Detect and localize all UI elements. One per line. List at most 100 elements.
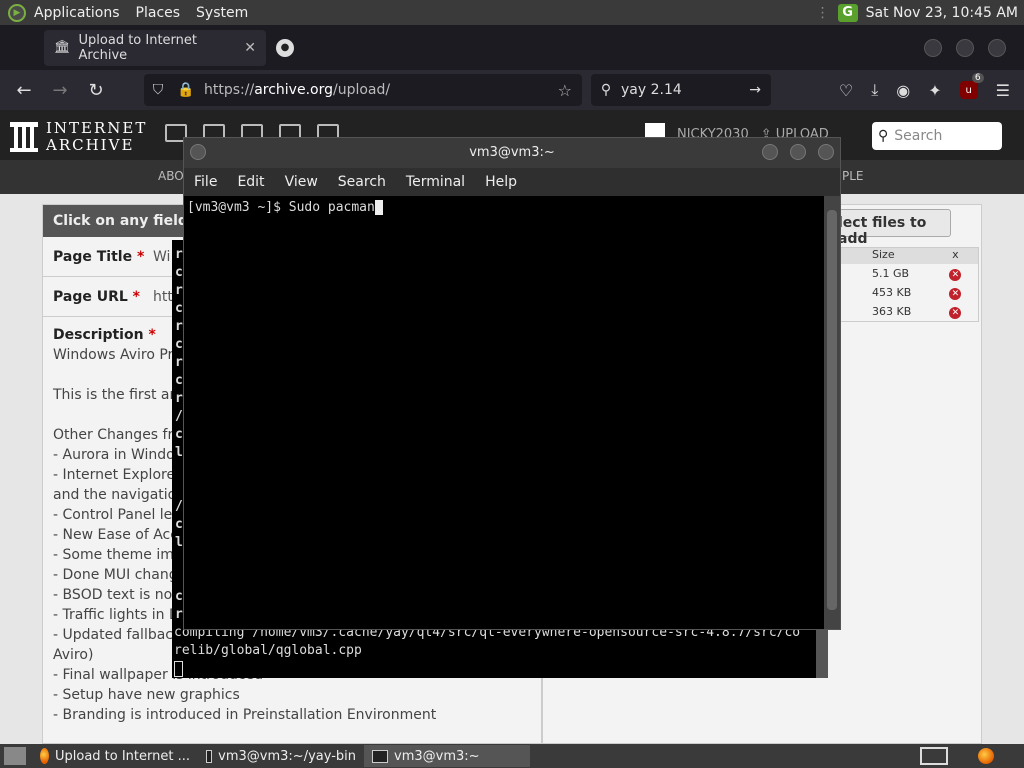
menu-system[interactable]: System <box>188 5 256 21</box>
description-line: - Branding is introduced in Preinstallat… <box>53 707 437 723</box>
terminal-window[interactable]: vm3@vm3:~ File Edit View Search Terminal… <box>183 137 841 630</box>
menu-places[interactable]: Places <box>128 5 189 21</box>
bookmark-star-icon[interactable]: ☆ <box>558 81 572 100</box>
terminal-output-tail: compiling /home/vm3/.cache/yay/qt4/src/q… <box>174 624 800 678</box>
search-bar[interactable]: ⚲ yay 2.14 → <box>591 74 771 106</box>
search-query[interactable]: yay 2.14 <box>621 82 682 98</box>
window-menu-button[interactable] <box>190 144 206 160</box>
terminal-output-char <box>175 480 183 498</box>
terminal-output-char: c <box>175 373 183 388</box>
browser-window-controls <box>924 38 1006 57</box>
page-url-field[interactable]: htt <box>153 289 173 305</box>
remove-file-icon[interactable]: ✕ <box>949 306 962 319</box>
lock-icon[interactable]: 🔒 <box>172 82 200 98</box>
taskbar: Upload to Internet ... vm3@vm3:~/yay-bin… <box>0 744 1024 768</box>
ublock-badge: 6 <box>971 73 984 83</box>
toolbar-icons: ♡ ⤓ ◉ ✦ u6 ☰ <box>839 73 1010 100</box>
terminal-output-char: / <box>175 409 183 424</box>
screen-icon[interactable] <box>920 747 948 765</box>
remove-file-icon[interactable]: ✕ <box>949 287 962 300</box>
ia-logo[interactable]: INTERNET ARCHIVE <box>10 120 147 154</box>
menu-search[interactable]: Search <box>328 174 396 190</box>
ia-search-input[interactable]: ⚲ Search <box>872 122 1002 150</box>
menu-view[interactable]: View <box>275 174 328 190</box>
menu-hamburger-icon[interactable]: ☰ <box>996 81 1010 100</box>
subnav-about[interactable]: ABO <box>158 169 184 183</box>
menu-help[interactable]: Help <box>475 174 527 190</box>
pocket-icon[interactable]: ♡ <box>839 81 853 100</box>
menu-applications[interactable]: Applications <box>26 5 128 21</box>
remove-file-icon[interactable]: ✕ <box>949 268 962 281</box>
menu-edit[interactable]: Edit <box>227 174 274 190</box>
select-files-button[interactable]: lect files to add <box>833 209 951 247</box>
github-icon: ● <box>276 38 294 57</box>
terminal-cursor <box>174 660 183 677</box>
terminal-output-char: r <box>175 319 183 334</box>
downloads-icon[interactable]: ⤓ <box>871 80 878 100</box>
maximize-button[interactable] <box>790 144 806 160</box>
show-desktop-icon[interactable] <box>4 747 26 765</box>
url-text[interactable]: https://archive.org/upload/ <box>204 82 390 98</box>
scrollbar-thumb[interactable] <box>827 210 837 610</box>
scrollbar[interactable] <box>824 196 840 629</box>
browser-tab-bar: 🏛 Upload to Internet Archive ✕ ● <box>0 25 1024 70</box>
terminal-output-char: c <box>175 589 183 604</box>
close-window-button[interactable] <box>988 38 1006 57</box>
url-bar[interactable]: ⛉ 🔒 https://archive.org/upload/ ☆ <box>144 74 582 106</box>
file-size: 5.1 GB <box>872 267 910 280</box>
taskbar-item-terminal[interactable]: vm3@vm3:~ <box>364 745 530 767</box>
taskbar-item-terminal-yay[interactable]: vm3@vm3:~/yay-bin <box>198 745 364 767</box>
remove-column-header: x <box>952 248 959 261</box>
update-manager-icon[interactable]: G <box>837 3 858 22</box>
file-size: 453 KB <box>872 286 912 299</box>
terminal-output-char: l <box>175 445 183 460</box>
terminal-icon <box>206 749 213 763</box>
archive-temple-icon <box>10 122 38 152</box>
tab-upload-internet-archive[interactable]: 🏛 Upload to Internet Archive ✕ <box>44 29 266 66</box>
terminal-icon <box>372 749 388 763</box>
extensions-icon[interactable]: ✦ <box>928 81 941 100</box>
terminal-output-char: l <box>175 535 183 550</box>
minimize-button[interactable] <box>924 38 942 57</box>
terminal-output-char: r <box>175 247 183 262</box>
terminal-output-char: / <box>175 499 183 514</box>
ublock-icon[interactable]: u6 <box>959 73 984 99</box>
table-row: 453 KB ✕ <box>834 283 978 302</box>
panel-separator: ⋮ <box>815 4 830 21</box>
menu-terminal[interactable]: Terminal <box>396 174 475 190</box>
tab-github[interactable]: ● <box>276 38 294 57</box>
terminal-screen[interactable]: [vm3@vm3 ~]$ Sudo pacman <box>184 196 826 629</box>
terminal-output-char: c <box>175 265 183 280</box>
terminal-titlebar[interactable]: vm3@vm3:~ <box>184 138 840 168</box>
reload-button[interactable]: ↻ <box>78 80 114 101</box>
subnav-people[interactable]: PLE <box>842 169 864 183</box>
terminal-output-char: r <box>175 355 183 370</box>
distro-logo-icon[interactable]: ▶ <box>8 3 26 22</box>
close-tab-icon[interactable]: ✕ <box>244 40 256 56</box>
archive-favicon-icon: 🏛 <box>54 40 71 55</box>
shield-icon[interactable]: ⛉ <box>144 82 172 98</box>
terminal-output-char <box>175 570 183 588</box>
terminal-output-char: c <box>175 337 183 352</box>
taskbar-item-firefox[interactable]: Upload to Internet ... <box>32 745 198 767</box>
back-button[interactable]: ← <box>6 80 42 101</box>
search-go-icon[interactable]: → <box>749 82 761 98</box>
clock[interactable]: Sat Nov 23, 10:45 AM <box>866 5 1018 21</box>
account-icon[interactable]: ◉ <box>896 81 910 100</box>
file-table: Size x 5.1 GB ✕ 453 KB ✕ 363 KB ✕ <box>833 247 979 322</box>
table-row: 5.1 GB ✕ <box>834 264 978 283</box>
search-icon: ⚲ <box>600 82 612 98</box>
forward-button[interactable]: → <box>42 80 78 101</box>
minimize-button[interactable] <box>762 144 778 160</box>
terminal-output-char: r <box>175 607 183 622</box>
close-button[interactable] <box>818 144 834 160</box>
terminal-output-char: r <box>175 283 183 298</box>
terminal-output-char: c <box>175 427 183 442</box>
table-row: 363 KB ✕ <box>834 302 978 321</box>
top-panel: ▶ Applications Places System ⋮ G Sat Nov… <box>0 0 1024 25</box>
menu-file[interactable]: File <box>184 174 227 190</box>
page-title-field[interactable]: Wi <box>153 249 170 265</box>
firefox-icon[interactable] <box>978 748 994 764</box>
maximize-button[interactable] <box>956 38 974 57</box>
file-table-header: Size x <box>834 248 978 264</box>
